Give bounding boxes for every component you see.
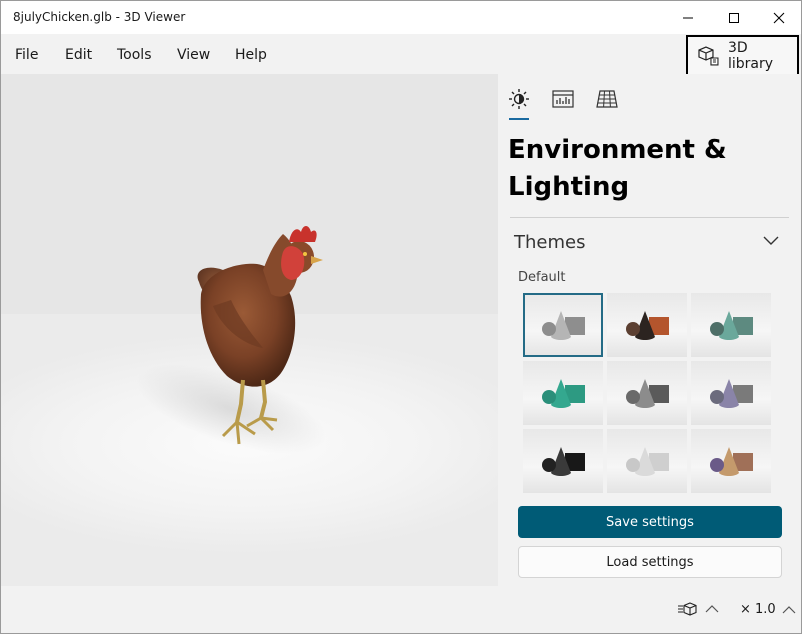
zoom-control[interactable]: × 1.0: [740, 602, 796, 617]
theme-preview-shapes: [626, 379, 669, 408]
menu-help[interactable]: Help: [235, 47, 267, 63]
menu-edit[interactable]: Edit: [65, 47, 92, 63]
theme-grid: [523, 293, 773, 495]
minimize-icon: [683, 17, 693, 18]
theme-preview-shapes: [626, 447, 669, 476]
app-window: 8julyChicken.glb - 3D Viewer File Edit T…: [0, 0, 802, 634]
heading-line-2: Lighting: [508, 172, 630, 202]
minimize-button[interactable]: [665, 1, 711, 34]
maximize-icon: [729, 12, 739, 23]
theme-thumbnail[interactable]: [691, 429, 771, 493]
theme-thumbnail[interactable]: [523, 361, 603, 425]
tab-environment[interactable]: [506, 86, 532, 112]
menu-bar: File Edit Tools View Help 3D library: [1, 34, 801, 76]
menu-file[interactable]: File: [15, 47, 38, 63]
theme-preview-shapes: [542, 447, 585, 476]
theme-thumbnail[interactable]: [607, 361, 687, 425]
theme-preview-shapes: [710, 311, 753, 340]
menu-view[interactable]: View: [177, 47, 210, 63]
sun-icon: [509, 89, 529, 109]
theme-preview-shapes: [626, 311, 669, 340]
tab-grid[interactable]: [594, 86, 620, 112]
theme-thumbnail[interactable]: [691, 361, 771, 425]
chevron-up-icon: [705, 605, 719, 613]
close-icon: [773, 12, 785, 23]
theme-preview-shapes: [542, 379, 585, 408]
theme-preview-shapes: [710, 379, 753, 408]
window-title: 8julyChicken.glb - 3D Viewer: [13, 10, 186, 24]
view-mode-control[interactable]: [677, 602, 719, 616]
grid-icon: [596, 90, 618, 108]
title-bar: 8julyChicken.glb - 3D Viewer: [1, 1, 801, 34]
3d-viewport[interactable]: [1, 74, 498, 586]
panel-heading: Environment & Lighting: [508, 132, 788, 206]
cube-library-icon: [698, 45, 719, 66]
zoom-level: × 1.0: [740, 602, 776, 617]
3d-library-label: 3D library: [727, 39, 773, 72]
chevron-up-icon: [782, 605, 796, 613]
divider: [510, 217, 789, 218]
theme-thumbnail[interactable]: [691, 293, 771, 357]
settings-panel: Environment & Lighting Themes Default Sa…: [498, 74, 801, 586]
stats-icon: [552, 90, 574, 108]
maximize-button[interactable]: [711, 1, 757, 34]
theme-thumbnail[interactable]: [523, 293, 603, 357]
theme-preview-shapes: [542, 311, 585, 340]
save-settings-button[interactable]: Save settings: [518, 506, 782, 538]
tab-stats[interactable]: [550, 86, 576, 112]
3d-library-button[interactable]: 3D library: [686, 35, 799, 76]
themes-section-title[interactable]: Themes: [514, 232, 585, 253]
status-bar: × 1.0: [1, 586, 801, 633]
chevron-down-icon[interactable]: [763, 236, 779, 246]
cube-view-icon: [678, 602, 697, 616]
theme-thumbnail[interactable]: [607, 293, 687, 357]
active-tab-indicator: [509, 118, 529, 120]
load-settings-button[interactable]: Load settings: [518, 546, 782, 578]
menu-tools[interactable]: Tools: [117, 47, 152, 63]
heading-line-1: Environment &: [508, 135, 727, 165]
close-button[interactable]: [756, 1, 801, 34]
theme-preview-shapes: [710, 447, 753, 476]
theme-thumbnail[interactable]: [523, 429, 603, 493]
chicken-model[interactable]: [1, 74, 498, 586]
default-theme-label: Default: [518, 270, 566, 285]
theme-thumbnail[interactable]: [607, 429, 687, 493]
